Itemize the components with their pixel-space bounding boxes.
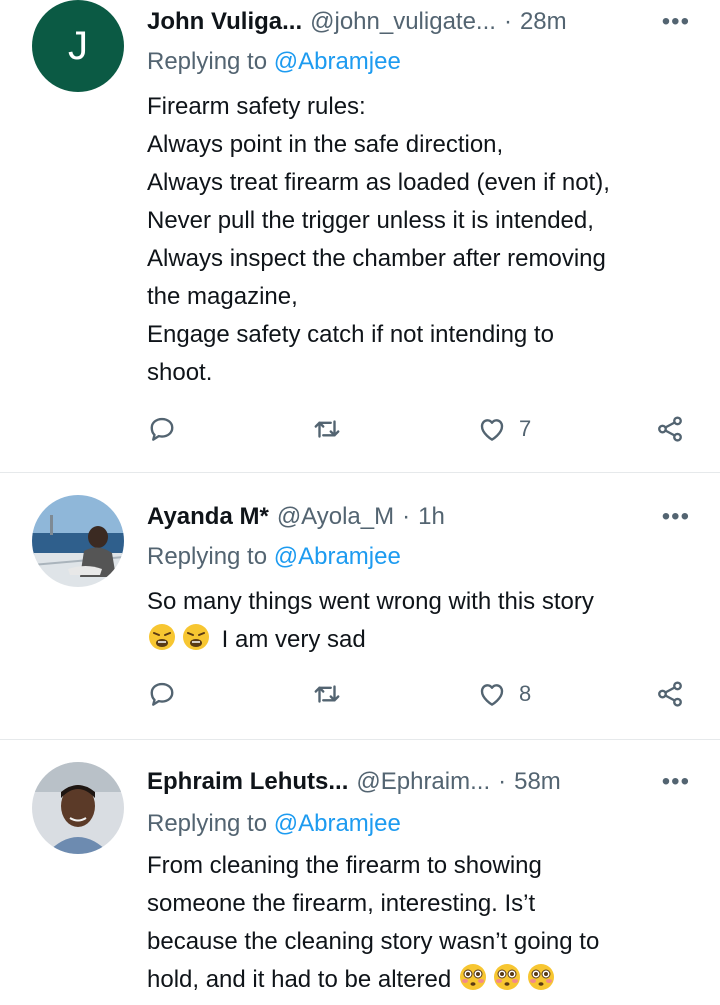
timestamp[interactable]: 1h: [418, 503, 445, 531]
mention-link[interactable]: @Abramjee: [274, 543, 401, 570]
like-button[interactable]: 8: [477, 679, 531, 709]
more-icon[interactable]: •••: [662, 765, 690, 799]
timestamp[interactable]: 58m: [514, 768, 561, 796]
tweet-text-line: because the cleaning story wasn’t going …: [147, 928, 600, 955]
author-name[interactable]: Ephraim Lehuts...: [147, 768, 348, 796]
like-count: 7: [519, 416, 532, 441]
weary-face-icon: [149, 624, 175, 650]
separator-dot: ·: [503, 8, 512, 35]
tweet-text-line: Engage safety catch if not intending to: [147, 321, 554, 348]
tweet-text-line: So many things went wrong with this stor…: [147, 588, 594, 615]
tweet-text-line: Always inspect the chamber after removin…: [147, 245, 606, 272]
more-icon[interactable]: •••: [662, 500, 690, 534]
author-name[interactable]: Ayanda M*: [147, 503, 269, 531]
author-handle[interactable]: @john_vuligate...: [310, 8, 496, 36]
tweet-header: Ephraim Lehuts... @Ephraim... · 58m •••: [147, 765, 690, 799]
replying-to-label: Replying to: [147, 543, 268, 570]
tweet-text-line: the magazine,: [147, 283, 298, 310]
tweet[interactable]: Ayanda M* @Ayola_M · 1h ••• Replying to …: [0, 473, 720, 740]
share-icon: [658, 681, 682, 707]
tweet-text-segment: hold, and it had to be altered: [147, 966, 452, 993]
separator-dot: ·: [402, 503, 411, 530]
tweet-text-line: Never pull the trigger unless it is inte…: [147, 207, 594, 234]
tweet-text-segment: I am very sad: [221, 626, 366, 653]
tweet-text-line: shoot.: [147, 359, 213, 386]
flushed-face-icon: [459, 964, 486, 990]
reply-icon: [150, 417, 174, 441]
share-button[interactable]: [655, 414, 685, 444]
share-button[interactable]: [655, 679, 685, 709]
tweet-actions: 7: [147, 414, 692, 450]
tweet-header: Ayanda M* @Ayola_M · 1h •••: [147, 500, 690, 534]
separator-dot: ·: [498, 768, 507, 795]
author-name[interactable]: John Vuliga...: [147, 8, 302, 36]
reply-button[interactable]: [147, 414, 177, 444]
replying-to-label: Replying to: [147, 810, 268, 837]
retweet-icon: [314, 685, 340, 703]
tweet-text-line: From cleaning the firearm to showing: [147, 852, 542, 879]
share-icon: [658, 416, 682, 442]
replying-to: Replying to @Abramjee: [147, 543, 401, 571]
reply-button[interactable]: [147, 679, 177, 709]
timestamp[interactable]: 28m: [520, 8, 567, 36]
tweet[interactable]: J John Vuliga... @john_vuligate... · 28m…: [0, 0, 720, 473]
retweet-button[interactable]: [312, 414, 342, 444]
tweet-text-line: Always treat firearm as loaded (even if …: [147, 169, 610, 196]
tweet-text-line: Firearm safety rules:: [147, 93, 366, 120]
tweet[interactable]: Ephraim Lehuts... @Ephraim... · 58m ••• …: [0, 740, 720, 1005]
author-handle[interactable]: @Ephraim...: [356, 768, 490, 796]
avatar[interactable]: [32, 495, 124, 587]
reply-icon: [150, 682, 174, 706]
tweet-text: So many things went wrong with this stor…: [147, 583, 707, 659]
tweet-actions: 8: [147, 679, 692, 715]
weary-face-icon: [183, 624, 209, 650]
replying-to: Replying to @Abramjee: [147, 48, 401, 76]
avatar-photo: [32, 762, 124, 854]
like-count: 8: [519, 681, 532, 706]
flushed-face-icon: [493, 964, 520, 990]
tweet-header: John Vuliga... @john_vuligate... · 28m •…: [147, 5, 690, 39]
like-button[interactable]: 7: [477, 414, 531, 444]
avatar-photo: [32, 495, 124, 587]
tweet-text-line: I am very sad: [147, 621, 707, 659]
retweet-button[interactable]: [312, 679, 342, 709]
more-icon[interactable]: •••: [662, 5, 690, 39]
mention-link[interactable]: @Abramjee: [274, 48, 401, 75]
tweet-text-line: someone the firearm, interesting. Is’t: [147, 890, 536, 917]
like-icon: [480, 419, 504, 441]
tweet-text: From cleaning the firearm to showing som…: [147, 847, 707, 999]
replying-to-label: Replying to: [147, 48, 268, 75]
tweet-text-line: Always point in the safe direction,: [147, 131, 504, 158]
retweet-icon: [314, 420, 340, 438]
flushed-face-icon: [527, 964, 554, 990]
mention-link[interactable]: @Abramjee: [274, 810, 401, 837]
avatar[interactable]: J: [32, 0, 124, 92]
avatar[interactable]: [32, 762, 124, 854]
like-icon: [480, 684, 504, 706]
replying-to: Replying to @Abramjee: [147, 810, 401, 838]
tweet-text: Firearm safety rules: Always point in th…: [147, 88, 707, 392]
author-handle[interactable]: @Ayola_M: [277, 503, 394, 531]
tweet-text-line: hold, and it had to be altered: [147, 961, 707, 999]
